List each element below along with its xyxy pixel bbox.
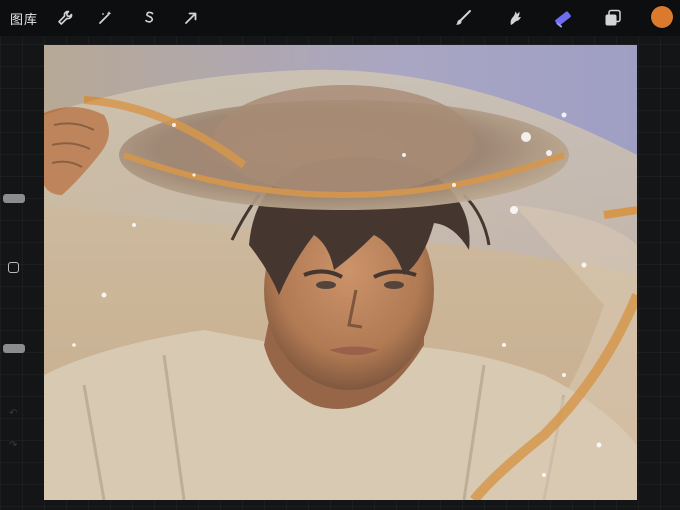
eraser-icon[interactable] <box>552 7 574 29</box>
redo-icon[interactable]: ↷ <box>9 440 19 451</box>
brush-size-slider[interactable] <box>3 194 25 203</box>
magic-wand-icon[interactable] <box>94 7 116 29</box>
gallery-button[interactable]: 图库 <box>10 9 38 28</box>
wrench-icon[interactable] <box>54 7 76 29</box>
top-toolbar: 图库 <box>0 0 680 36</box>
layers-icon[interactable] <box>602 7 624 29</box>
brush-icon[interactable] <box>452 7 474 29</box>
canvas-artwork[interactable] <box>44 45 637 500</box>
color-picker-swatch[interactable] <box>651 6 673 28</box>
opacity-slider[interactable] <box>3 344 25 353</box>
undo-icon[interactable]: ↶ <box>9 408 19 419</box>
square-icon[interactable] <box>8 262 19 273</box>
arrow-cursor-icon[interactable] <box>180 7 202 29</box>
selection-s-icon[interactable] <box>138 7 160 29</box>
smudge-icon[interactable] <box>503 7 525 29</box>
artwork-painting <box>44 45 637 500</box>
